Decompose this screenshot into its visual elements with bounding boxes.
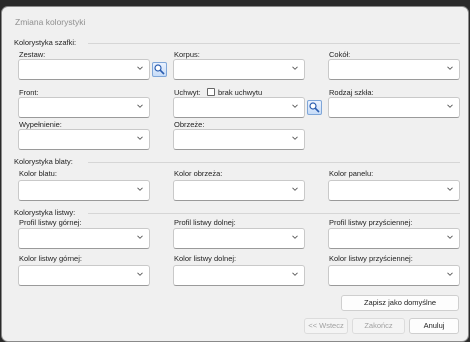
label-brak-uchwytu[interactable]: brak uchwytu <box>218 88 262 97</box>
chevron-down-icon <box>292 66 298 70</box>
lookup-uchwyt-icon[interactable] <box>307 100 322 115</box>
label-wypelnienie: Wypełnienie: <box>19 120 62 129</box>
chevron-down-icon <box>137 187 143 191</box>
label-profil-gornej: Profil listwy górnej: <box>19 218 82 227</box>
combo-kolor-panelu[interactable] <box>328 180 460 201</box>
chevron-down-icon <box>137 136 143 140</box>
chevron-down-icon <box>137 104 143 108</box>
chevron-down-icon <box>292 187 298 191</box>
combo-kolor-obrzeza[interactable] <box>173 180 305 201</box>
label-kolor-obrzeza: Kolor obrzeża: <box>174 169 223 178</box>
combo-kolor-gornej[interactable] <box>18 265 150 286</box>
label-uchwyt: Uchwyt: <box>174 88 201 97</box>
combo-korpus[interactable] <box>173 59 305 80</box>
combo-kolor-blatu[interactable] <box>18 180 150 201</box>
chevron-down-icon <box>447 187 453 191</box>
label-front: Front: <box>19 88 39 97</box>
lookup-zestaw-icon[interactable] <box>152 62 167 77</box>
combo-kolor-przysciennej[interactable] <box>328 265 460 286</box>
chevron-down-icon <box>137 235 143 239</box>
label-kolor-blatu: Kolor blatu: <box>19 169 57 178</box>
label-kolor-dolnej: Kolor listwy dolnej: <box>174 254 237 263</box>
group-separator <box>88 162 460 163</box>
back-button[interactable]: << Wstecz <box>304 318 348 334</box>
group-separator <box>88 213 460 214</box>
combo-uchwyt[interactable] <box>173 97 305 118</box>
combo-cokol[interactable] <box>328 59 460 80</box>
combo-front[interactable] <box>18 97 150 118</box>
chevron-down-icon <box>292 235 298 239</box>
label-profil-przysciennej: Profil listwy przyściennej: <box>329 218 413 227</box>
chevron-down-icon <box>447 66 453 70</box>
label-profil-dolnej: Profil listwy dolnej: <box>174 218 236 227</box>
group-separator <box>88 43 460 44</box>
chevron-down-icon <box>447 272 453 276</box>
label-kolor-gornej: Kolor listwy górnej: <box>19 254 82 263</box>
combo-zestaw[interactable] <box>18 59 150 80</box>
chevron-down-icon <box>292 104 298 108</box>
chevron-down-icon <box>292 136 298 140</box>
dialog-window: Zmiana kolorystyki Kolorystyka szafki: Z… <box>1 6 469 342</box>
combo-profil-gornej[interactable] <box>18 228 150 249</box>
chevron-down-icon <box>447 235 453 239</box>
label-kolor-przysciennej: Kolor listwy przyściennej: <box>329 254 413 263</box>
label-zestaw: Zestaw: <box>19 50 46 59</box>
combo-wypelnienie[interactable] <box>18 129 150 150</box>
chevron-down-icon <box>292 272 298 276</box>
label-rodzaj-szkla: Rodzaj szkła: <box>329 88 374 97</box>
combo-kolor-dolnej[interactable] <box>173 265 305 286</box>
combo-profil-dolnej[interactable] <box>173 228 305 249</box>
label-korpus: Korpus: <box>174 50 200 59</box>
save-default-button[interactable]: Zapisz jako domyślne <box>341 295 459 311</box>
label-kolor-panelu: Kolor panelu: <box>329 169 374 178</box>
combo-rodzaj-szkla[interactable] <box>328 97 460 118</box>
chevron-down-icon <box>137 66 143 70</box>
label-cokol: Cokół: <box>329 50 351 59</box>
chevron-down-icon <box>137 272 143 276</box>
checkbox-brak-uchwytu[interactable] <box>207 88 215 96</box>
group-label-cabinet: Kolorystyka szafki: <box>14 38 77 47</box>
chevron-down-icon <box>447 104 453 108</box>
combo-obrzeze[interactable] <box>173 129 305 150</box>
window-title: Zmiana kolorystyki <box>15 17 86 27</box>
group-label-countertop: Kolorystyka blaty: <box>14 157 73 166</box>
group-label-strip: Kolorystyka listwy: <box>14 208 76 217</box>
cancel-button[interactable]: Anuluj <box>409 318 459 334</box>
finish-button[interactable]: Zakończ <box>352 318 405 334</box>
label-obrzeze: Obrzeże: <box>174 120 205 129</box>
combo-profil-przysciennej[interactable] <box>328 228 460 249</box>
